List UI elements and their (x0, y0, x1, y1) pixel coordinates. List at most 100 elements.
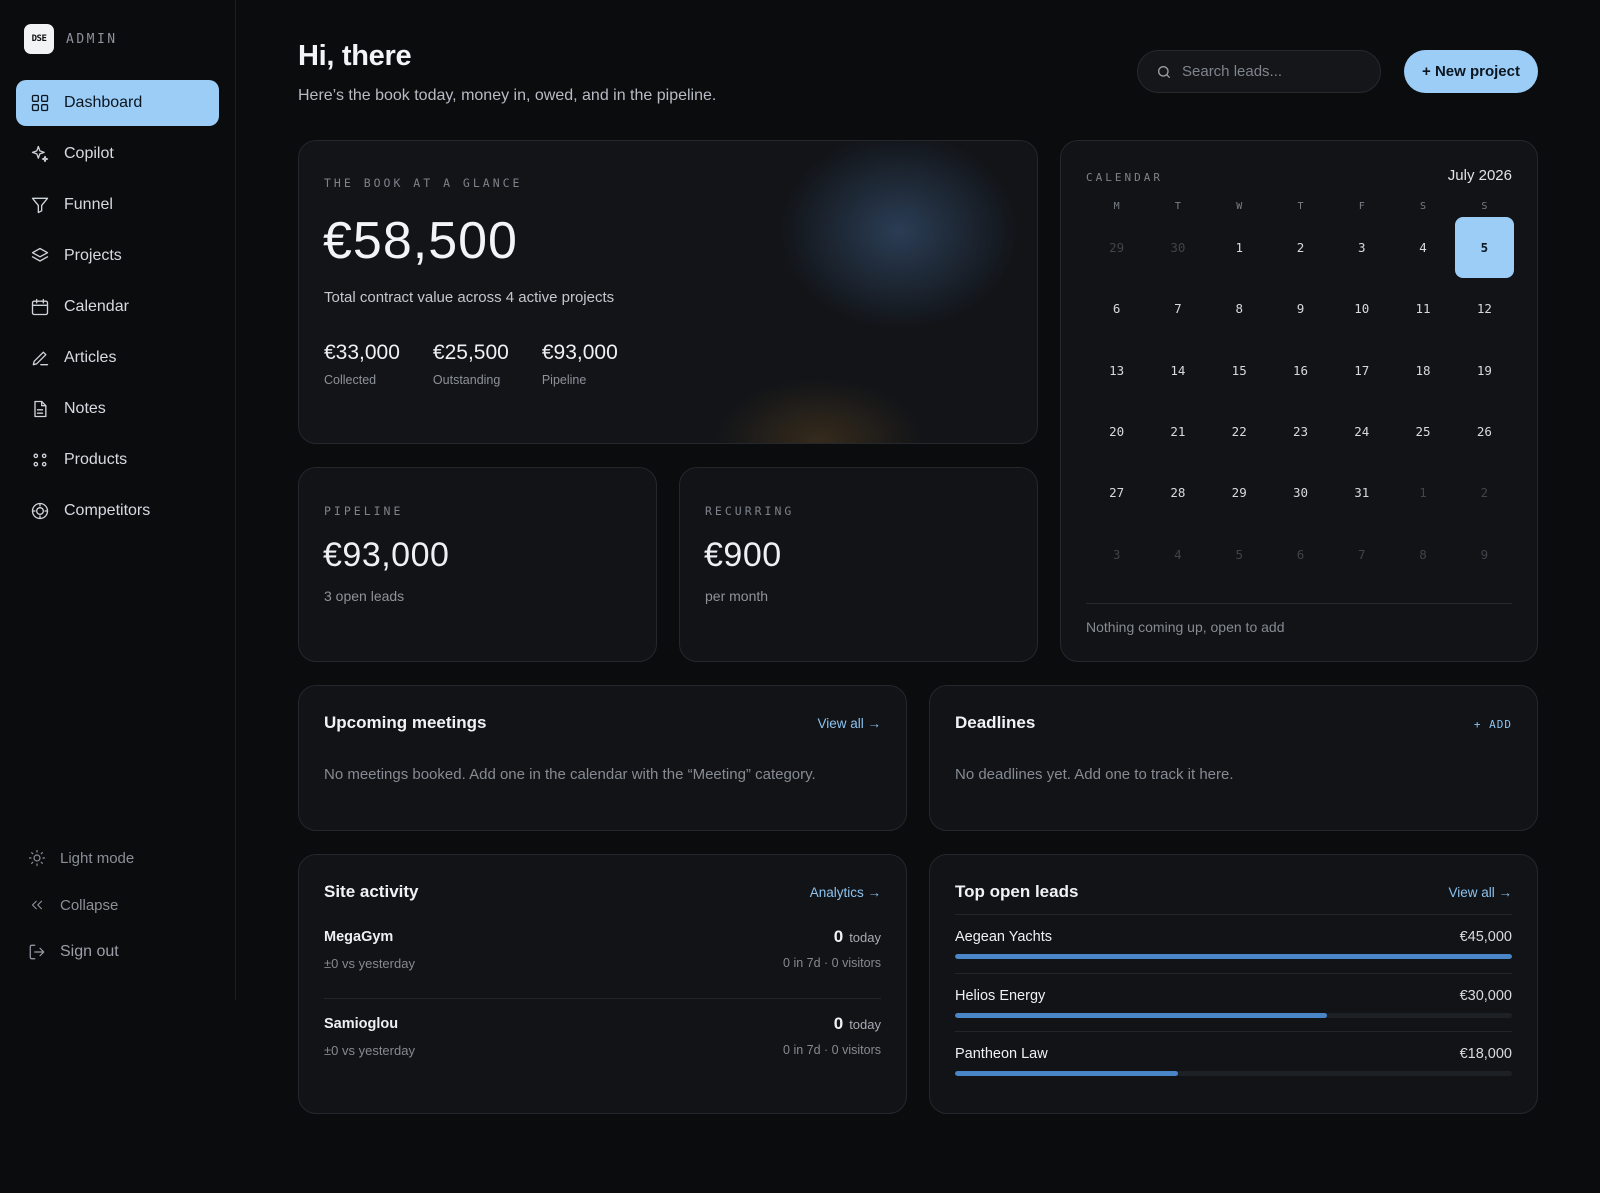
search-input[interactable] (1182, 63, 1362, 80)
book-at-a-glance-card: THE BOOK AT A GLANCE €58,500 Total contr… (298, 140, 1038, 444)
calendar-day[interactable]: 5 (1209, 523, 1270, 584)
calendar-month: July 2026 (1447, 167, 1512, 184)
sidebar-item-articles[interactable]: Articles (16, 335, 219, 381)
calendar-day[interactable]: 15 (1209, 340, 1270, 401)
calendar-day[interactable]: 2 (1270, 217, 1331, 278)
calendar-day[interactable]: 19 (1454, 340, 1515, 401)
recurring-card[interactable]: RECURRING €900 per month (679, 467, 1038, 662)
calendar-day[interactable]: 26 (1454, 401, 1515, 462)
weekday-label: F (1358, 201, 1365, 212)
site-activity-title: Site activity (324, 882, 419, 901)
meetings-title: Upcoming meetings (324, 713, 487, 732)
brand[interactable]: DSE ADMIN (24, 24, 118, 54)
search-box[interactable] (1137, 50, 1381, 93)
collapse-button[interactable]: Collapse (28, 892, 134, 918)
pen-icon (32, 351, 49, 366)
stat-value: €33,000 (324, 341, 400, 364)
site-activity-row[interactable]: MegaGym 0 today ±0 vs yesterday 0 in 7d ·… (324, 927, 881, 999)
sidebar-item-notes[interactable]: Notes (16, 386, 219, 432)
site-name: MegaGym (324, 929, 394, 945)
calendar-day[interactable]: 31 (1331, 462, 1392, 523)
lead-row[interactable]: Pantheon Law €18,000 (955, 1031, 1512, 1090)
add-deadline-button[interactable]: + ADD (1474, 718, 1512, 731)
lead-row[interactable]: Aegean Yachts €45,000 (955, 914, 1512, 973)
sidebar-item-dashboard[interactable]: Dashboard (16, 80, 219, 126)
weekday-label: T (1297, 201, 1304, 212)
light-mode-toggle[interactable]: Light mode (28, 845, 134, 871)
recurring-eyebrow: RECURRING (705, 504, 795, 518)
calendar-day[interactable]: 30 (1147, 217, 1208, 278)
top-leads-list: Aegean Yachts €45,000 Helios Energy €30,000… (955, 914, 1512, 1090)
leads-view-all-link[interactable]: View all → (1448, 885, 1512, 900)
calendar-day[interactable]: 3 (1086, 523, 1147, 584)
stat-label: Pipeline (541, 373, 587, 387)
meetings-view-all-link[interactable]: View all → (817, 716, 881, 731)
calendar-day[interactable]: 27 (1086, 462, 1147, 523)
calendar-day[interactable]: 1 (1209, 217, 1270, 278)
calendar-day[interactable]: 4 (1147, 523, 1208, 584)
calendar-day[interactable]: 10 (1331, 278, 1392, 339)
calendar-day[interactable]: 16 (1270, 340, 1331, 401)
sidebar-item-competitors[interactable]: Competitors (16, 488, 219, 534)
calendar-grid: MTWTFSS 29 30 1 2 3 4 5 6 7 8 9 10 11 12 13 14 15 16 17 18 1… (1086, 201, 1515, 585)
calendar-day[interactable]: 9 (1454, 523, 1515, 584)
calendar-day[interactable]: 29 (1209, 462, 1270, 523)
calendar-days: 29 30 1 2 3 4 5 6 7 8 9 10 11 12 13 14 15 16 17 18 19 20 21 22 2… (1086, 217, 1515, 585)
calendar-eyebrow: CALENDAR (1086, 171, 1163, 184)
calendar-day[interactable]: 6 (1086, 278, 1147, 339)
calendar-day[interactable]: 29 (1086, 217, 1147, 278)
document-icon (34, 400, 47, 418)
calendar-day[interactable]: 18 (1392, 340, 1453, 401)
calendar-day[interactable]: 9 (1270, 278, 1331, 339)
calendar-day[interactable]: 23 (1270, 401, 1331, 462)
lead-row[interactable]: Helios Energy €30,000 (955, 972, 1512, 1032)
sign-out-icon (29, 944, 45, 960)
calendar-day[interactable]: 28 (1147, 462, 1208, 523)
calendar-day[interactable]: 2 (1454, 462, 1515, 523)
calendar-day[interactable]: 3 (1331, 217, 1392, 278)
calendar-day[interactable]: 14 (1147, 340, 1208, 401)
calendar-day[interactable]: 8 (1392, 523, 1453, 584)
calendar-day[interactable]: 22 (1209, 401, 1270, 462)
site-delta: ±0 vs yesterday (324, 956, 415, 971)
calendar-day[interactable]: 17 (1331, 340, 1392, 401)
lead-progress-fill (955, 1012, 1327, 1018)
calendar-day-today[interactable]: 5 (1454, 217, 1514, 279)
calendar-day[interactable]: 4 (1392, 217, 1453, 278)
calendar-day[interactable]: 24 (1331, 401, 1392, 462)
site-meta: 0 in 7d · 0 visitors (783, 1043, 881, 1057)
sign-out-button[interactable]: Sign out (28, 939, 134, 965)
analytics-link[interactable]: Analytics → (810, 885, 881, 900)
calendar-day[interactable]: 13 (1086, 340, 1147, 401)
sidebar-item-calendar[interactable]: Calendar (16, 284, 219, 330)
calendar-day[interactable]: 21 (1147, 401, 1208, 462)
calendar-day[interactable]: 11 (1392, 278, 1453, 339)
stat-value: €25,500 (432, 341, 509, 364)
new-project-button[interactable]: + New project (1404, 50, 1538, 93)
stat-label: Outstanding (432, 373, 501, 387)
site-activity-row[interactable]: Samioglou 0 today ±0 vs yesterday 0 in 7d… (324, 999, 881, 1071)
calendar-day[interactable]: 7 (1331, 523, 1392, 584)
lead-value: €18,000 (1459, 1046, 1512, 1062)
sidebar-item-funnel[interactable]: Funnel (16, 182, 219, 228)
sidebar-item-label: Competitors (64, 502, 151, 519)
collapse-label: Collapse (60, 896, 119, 914)
calendar-day[interactable]: 12 (1454, 278, 1515, 339)
site-today: 0 today (834, 1014, 881, 1034)
calendar-day[interactable]: 7 (1147, 278, 1208, 339)
book-eyebrow: THE BOOK AT A GLANCE (324, 176, 523, 190)
calendar-day[interactable]: 1 (1392, 462, 1453, 523)
lead-progress-track (955, 954, 1512, 959)
pipeline-card[interactable]: PIPELINE €93,000 3 open leads (298, 467, 657, 662)
calendar-day[interactable]: 25 (1392, 401, 1453, 462)
calendar-day[interactable]: 30 (1270, 462, 1331, 523)
lead-name: Helios Energy (955, 987, 1046, 1004)
calendar-day[interactable]: 20 (1086, 401, 1147, 462)
lead-value: €45,000 (1459, 929, 1512, 945)
sidebar-item-copilot[interactable]: Copilot (16, 131, 219, 177)
sidebar-item-projects[interactable]: Projects (16, 233, 219, 279)
weekday-label: S (1420, 201, 1427, 212)
calendar-day[interactable]: 6 (1270, 523, 1331, 584)
calendar-day[interactable]: 8 (1209, 278, 1270, 339)
sidebar-item-products[interactable]: Products (16, 437, 219, 483)
